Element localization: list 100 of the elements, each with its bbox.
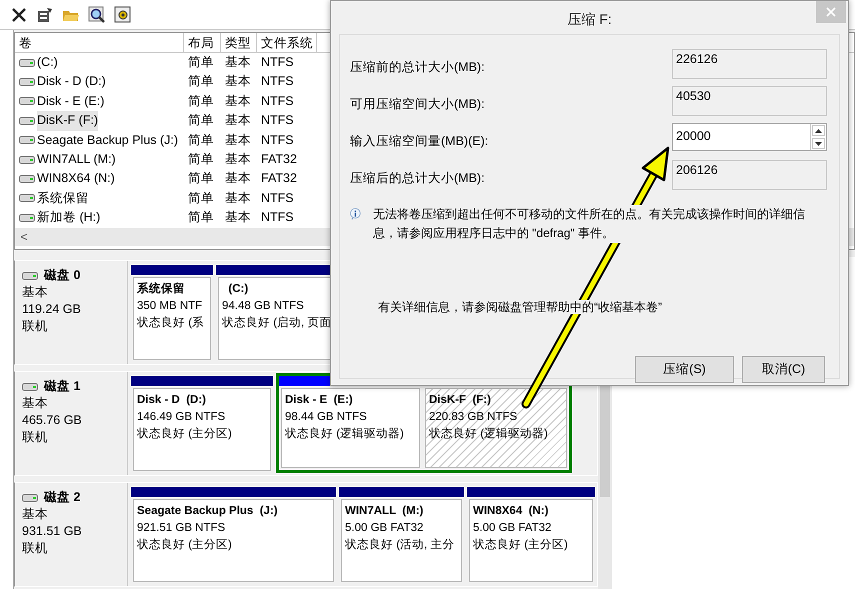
disk-size: 931.51 GB (22, 523, 83, 540)
disk-size: 465.76 GB (22, 412, 83, 429)
dialog-title: 压缩 F: (566, 10, 613, 29)
column-header[interactable]: 布局 (184, 33, 221, 52)
partition-status: 状态良好 (主分区) (137, 537, 232, 553)
table-cell-text: 简单 (187, 150, 215, 168)
partition-size: 350 MB NTF (137, 299, 202, 314)
drive-icon (19, 78, 35, 86)
partition-name: 系统保留 (137, 281, 185, 297)
partition-status: 状态良好 (启动, 页面 (222, 316, 332, 331)
partition-size: 220.83 GB NTFS (429, 410, 518, 425)
column-header[interactable]: 类型 (221, 33, 257, 52)
disk-name: 磁盘 2 (44, 489, 80, 506)
partition-status: 状态良好 (主分区) (473, 537, 568, 553)
shrink-button[interactable]: 压缩(S) (635, 356, 734, 383)
partition-block[interactable]: Disk - D (D:) 146.49 GB NTFS 状态良好 (主分区) (133, 388, 271, 471)
volume-name[interactable]: Disk - E (E:) (37, 92, 104, 112)
table-cell-text: 基本 (224, 170, 252, 188)
table-cell-text: 基本 (224, 54, 252, 71)
table-cell-text: NTFS (260, 209, 295, 226)
drive-icon (22, 272, 38, 280)
volume-name[interactable]: DisK-F (F:) (37, 111, 98, 131)
partition-size: 94.48 GB NTFS (222, 299, 304, 314)
volume-name[interactable]: WIN7ALL (M:) (37, 150, 116, 170)
table-cell-text: 简单 (187, 132, 215, 149)
partition-size: 5.00 GB FAT32 (473, 521, 552, 536)
delete-icon[interactable] (10, 6, 28, 24)
partition-block[interactable]: WIN8X64 (N:) 5.00 GB FAT32 状态良好 (主分区) (469, 499, 593, 582)
disk-name: 磁盘 1 (44, 378, 80, 395)
cancel-button[interactable]: 取消(C) (742, 356, 825, 383)
volume-name[interactable]: 系统保留 (37, 188, 89, 208)
drive-icon (19, 97, 35, 106)
partition-name: Seagate Backup Plus (J:) (137, 504, 278, 519)
table-cell-text: FAT32 (260, 150, 298, 168)
table-cell-text: NTFS (260, 54, 295, 71)
scroll-left-button[interactable]: < (15, 228, 33, 246)
spin-up-button[interactable] (812, 125, 825, 136)
table-cell-text: FAT32 (260, 170, 298, 188)
field-label: 输入压缩空间量(MB)(E): (350, 133, 488, 150)
drive-icon (19, 175, 35, 184)
partition-block[interactable]: Disk - E (E:) 98.44 GB NTFS 状态良好 (逻辑驱动器) (281, 388, 420, 468)
partition-size: 146.49 GB NTFS (137, 410, 226, 425)
partition-size: 5.00 GB FAT32 (345, 521, 424, 536)
spin-field[interactable]: 20000 (672, 123, 827, 151)
field-label: 压缩前的总计大小(MB): (350, 59, 485, 76)
drive-icon (22, 494, 38, 502)
drive-icon (19, 58, 35, 67)
partition-block[interactable]: 系统保留 350 MB NTF 状态良好 (系 (133, 277, 211, 360)
spin-down-button[interactable] (812, 138, 825, 149)
table-cell-text: 基本 (224, 209, 252, 226)
help-text: 有关详细信息，请参阅磁盘管理帮助中的“收缩基本卷” (378, 300, 662, 314)
readonly-field: 206126 (672, 160, 827, 190)
partition-block[interactable]: WIN7ALL (M:) 5.00 GB FAT32 状态良好 (活动, 主分 (341, 499, 462, 582)
drive-icon (19, 156, 35, 164)
table-cell-text: NTFS (260, 73, 295, 90)
partition-block[interactable]: DisK-F (F:) 220.83 GB NTFS 状态良好 (逻辑驱动器) (425, 388, 567, 468)
table-cell-text: 简单 (187, 73, 215, 90)
partition-name: Disk - D (D:) (137, 393, 206, 408)
table-cell-text: 基本 (224, 112, 252, 130)
partition-name: Disk - E (E:) (285, 393, 353, 408)
table-cell-text: NTFS (260, 92, 295, 110)
volume-name[interactable]: Seagate Backup Plus (J:) (37, 130, 178, 150)
volume-name[interactable]: 新加卷 (H:) (37, 208, 100, 228)
disk-type: 基本 (22, 506, 49, 523)
drive-icon (19, 136, 35, 144)
partition-name: (C:) (227, 282, 248, 297)
table-cell-text: 简单 (187, 190, 215, 207)
disk-type: 基本 (22, 395, 49, 412)
drive-icon (19, 214, 35, 222)
partition-status: 状态良好 (主分区) (137, 426, 232, 442)
partition-name: WIN7ALL (M:) (345, 504, 424, 519)
close-icon (826, 7, 836, 17)
properties-icon[interactable] (36, 6, 54, 24)
readonly-field: 40530 (672, 86, 827, 116)
disk-type: 基本 (22, 284, 49, 301)
drive-icon (22, 382, 38, 390)
partition-size: 98.44 GB NTFS (285, 410, 367, 425)
disk-status: 联机 (22, 318, 49, 335)
table-cell-text: 基本 (224, 132, 252, 149)
partition-name: WIN8X64 (N:) (473, 504, 548, 519)
magnifier-icon[interactable] (88, 6, 106, 24)
volume-name[interactable]: WIN8X64 (N:) (37, 169, 115, 189)
readonly-field: 226126 (672, 49, 827, 79)
partition-status: 状态良好 (逻辑驱动器) (429, 426, 548, 442)
partition-size: 921.51 GB NTFS (137, 521, 226, 536)
column-header[interactable]: 文件系统 (257, 33, 317, 52)
table-cell-text: 基本 (224, 190, 252, 207)
volume-name[interactable]: (C:) (37, 53, 58, 72)
table-cell-text: 简单 (187, 170, 215, 188)
partition-name: DisK-F (F:) (429, 393, 491, 408)
partition-status: 状态良好 (活动, 主分 (345, 537, 454, 553)
partition-block[interactable]: Seagate Backup Plus (J:) 921.51 GB NTFS 状态良好 (主分区) (133, 499, 334, 582)
partition-status: 状态良好 (逻辑驱动器) (285, 426, 404, 442)
partition-status: 状态良好 (系 (137, 315, 204, 331)
volume-name[interactable]: Disk - D (D:) (37, 72, 106, 92)
down-arrow-icon (815, 142, 822, 146)
settings-icon[interactable] (114, 6, 132, 24)
column-header[interactable]: 卷 (15, 33, 184, 52)
table-cell-text: 简单 (187, 209, 215, 226)
table-cell-text: NTFS (260, 112, 295, 130)
